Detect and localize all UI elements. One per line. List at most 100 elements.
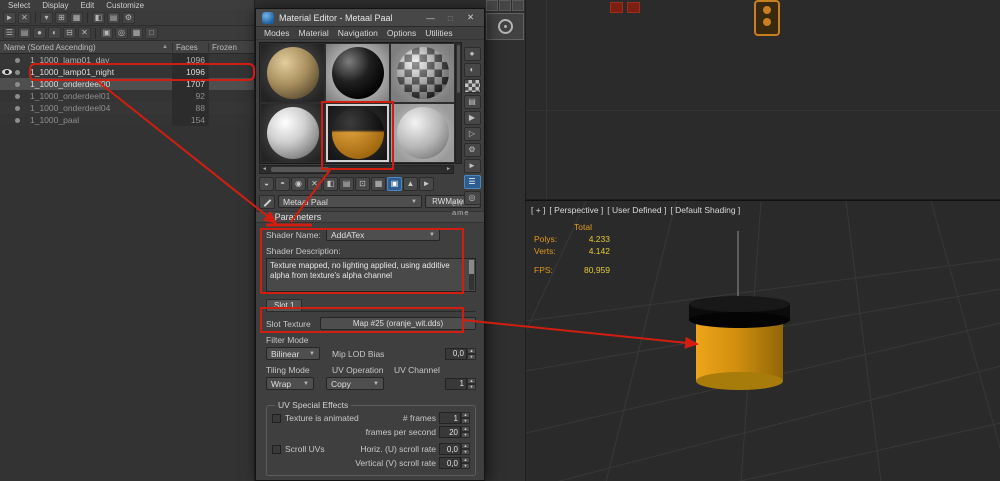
table-row[interactable]: 1_1000_lamp01_night 1096 xyxy=(0,66,254,78)
material-slot-1[interactable] xyxy=(260,43,325,103)
material-slot-4[interactable] xyxy=(260,103,325,163)
object-name[interactable]: 1_1000_lamp01_day xyxy=(30,55,172,65)
get-material-icon[interactable]: ◒ xyxy=(259,177,274,191)
clear-selection-icon[interactable]: ✕ xyxy=(18,12,31,24)
go-forward-sibling-icon[interactable]: ► xyxy=(419,177,434,191)
select-arrow-icon[interactable]: ► xyxy=(3,12,16,24)
angle-snap-icon[interactable] xyxy=(498,19,513,34)
put-to-library-icon[interactable]: ▤ xyxy=(339,177,354,191)
menu-customize[interactable]: Customize xyxy=(100,1,150,10)
frozen-cell[interactable] xyxy=(208,54,254,66)
backlight-icon[interactable]: ◐ xyxy=(464,63,481,77)
vertical-scroll-rate-spinner[interactable]: 0,0 ▲▼ xyxy=(439,457,470,469)
table-row[interactable]: 1_1000_paal 154 xyxy=(0,114,254,126)
assign-material-to-selection-icon[interactable]: ◉ xyxy=(291,177,306,191)
frozen-cell[interactable] xyxy=(208,66,254,78)
horizontal-scroll-rate-value[interactable]: 0,0 xyxy=(439,443,461,455)
make-preview-icon[interactable]: ▷ xyxy=(464,127,481,141)
shader-description-box[interactable]: Texture mapped, no lighting applied, usi… xyxy=(266,258,476,292)
spinner-arrows[interactable]: ▲▼ xyxy=(461,443,470,455)
perspective-viewport[interactable]: [ + ] [ Perspective ] [ User Defined ] [… xyxy=(525,200,1000,481)
frozen-cell[interactable] xyxy=(208,102,254,114)
topview-selected-helper[interactable] xyxy=(754,0,780,36)
go-to-parent-icon[interactable]: ▲ xyxy=(403,177,418,191)
viewport-shading-menu[interactable]: [ Default Shading ] xyxy=(670,205,740,215)
material-slot-3[interactable] xyxy=(390,43,455,103)
object-name[interactable]: 1_1000_lamp01_night xyxy=(30,67,172,77)
hide-icon[interactable]: ⊟ xyxy=(63,27,76,39)
menu-select[interactable]: Select xyxy=(2,1,36,10)
settings-icon[interactable]: ⚙ xyxy=(122,12,135,24)
pole-object[interactable] xyxy=(689,296,790,390)
material-id-channel-icon[interactable]: ⊡ xyxy=(355,177,370,191)
snap-mode-icon[interactable] xyxy=(512,0,524,11)
frame-icon[interactable]: ▣ xyxy=(100,27,113,39)
menu-options[interactable]: Options xyxy=(387,28,416,38)
menu-list-icon[interactable]: ☰ xyxy=(3,27,16,39)
viewport-plus-menu[interactable]: [ + ] xyxy=(531,205,545,215)
minimize-button[interactable]: — xyxy=(423,13,438,23)
uv-operation-dropdown[interactable]: Copy ▼ xyxy=(326,377,384,390)
mip-lod-bias-spinner[interactable]: 0,0 ▲▼ xyxy=(445,348,476,360)
half-sphere-icon[interactable]: ◐ xyxy=(48,27,61,39)
layers-icon[interactable]: ◧ xyxy=(92,12,105,24)
sample-uv-tiling-icon[interactable]: ▤ xyxy=(464,95,481,109)
menu-edit[interactable]: Edit xyxy=(74,1,100,10)
slots-horizontal-scrollbar[interactable]: ◄ ► xyxy=(259,165,454,173)
delete-icon[interactable]: ✕ xyxy=(78,27,91,39)
material-editor-titlebar[interactable]: Material Editor - Metaal Paal — □ ✕ xyxy=(256,9,484,27)
column-header-faces[interactable]: Faces xyxy=(172,43,208,52)
fps-value[interactable]: 20 xyxy=(439,426,461,438)
grid-view-icon[interactable]: ▦ xyxy=(70,12,83,24)
table-row[interactable]: 1_1000_onderdeel04 88 xyxy=(0,102,254,114)
shader-name-dropdown[interactable]: AddATex ▼ xyxy=(326,228,440,241)
snap-mode-icon[interactable] xyxy=(486,0,498,11)
fps-spinner[interactable]: 20 ▲▼ xyxy=(439,426,470,438)
column-header-name[interactable]: Name (Sorted Ascending) xyxy=(0,43,162,52)
topview-selected-object[interactable] xyxy=(610,2,623,13)
viewport-pov-menu[interactable]: [ Perspective ] xyxy=(549,205,603,215)
slot-texture-button[interactable]: Map #25 (oranje_wit.dds) xyxy=(320,317,476,330)
scroll-left-icon[interactable]: ◄ xyxy=(260,166,269,173)
box-icon[interactable]: □ xyxy=(145,27,158,39)
material-map-navigator-icon[interactable]: ☰ xyxy=(464,175,481,189)
mip-lod-bias-value[interactable]: 0,0 xyxy=(445,348,467,360)
num-frames-spinner[interactable]: 1 ▲▼ xyxy=(439,412,470,424)
select-by-material-icon[interactable]: ► xyxy=(464,159,481,173)
put-to-scene-icon[interactable]: ◓ xyxy=(275,177,290,191)
material-slot-2[interactable] xyxy=(325,43,390,103)
filter-icon[interactable]: ▾ xyxy=(40,12,53,24)
scrollbar-thumb[interactable] xyxy=(469,260,474,274)
material-name-dropdown[interactable]: Metaal Paal ▼ xyxy=(278,195,422,208)
tab-slot-1[interactable]: Slot 1 xyxy=(266,299,302,311)
show-end-result-icon[interactable]: ▣ xyxy=(387,177,402,191)
column-header-frozen[interactable]: Frozen xyxy=(208,43,254,52)
vertical-scroll-rate-value[interactable]: 0,0 xyxy=(439,457,461,469)
reset-map-icon[interactable]: ✕ xyxy=(307,177,322,191)
show-map-in-viewport-icon[interactable]: ▦ xyxy=(371,177,386,191)
object-name[interactable]: 1_1000_onderdeel04 xyxy=(30,103,172,113)
uv-channel-spinner[interactable]: 1 ▲▼ xyxy=(445,378,476,390)
video-color-check-icon[interactable]: ▶ xyxy=(464,111,481,125)
make-unique-icon[interactable]: ◧ xyxy=(323,177,338,191)
table-row[interactable]: 1_1000_onderdeel01 92 xyxy=(0,90,254,102)
lock-cell-icon[interactable]: ⊞ xyxy=(55,12,68,24)
scrollbar-thumb[interactable] xyxy=(457,45,460,93)
texture-is-animated-checkbox[interactable] xyxy=(272,414,281,423)
frozen-cell[interactable] xyxy=(208,114,254,126)
close-button[interactable]: ✕ xyxy=(463,12,478,23)
snap-mode-icon[interactable] xyxy=(499,0,511,11)
spinner-arrows[interactable]: ▲▼ xyxy=(461,457,470,469)
filter-mode-dropdown[interactable]: Bilinear ▼ xyxy=(266,347,320,360)
checker-icon[interactable]: ▦ xyxy=(130,27,143,39)
scroll-right-icon[interactable]: ► xyxy=(444,166,453,173)
scroll-uvs-checkbox[interactable] xyxy=(272,445,281,454)
top-viewport[interactable] xyxy=(525,0,1000,200)
list-view-icon[interactable]: ▤ xyxy=(107,12,120,24)
scrollbar-thumb[interactable] xyxy=(271,167,329,171)
table-row[interactable]: 1_1000_lamp01_day 1096 xyxy=(0,54,254,66)
topview-selected-object[interactable] xyxy=(627,2,640,13)
tiling-mode-dropdown[interactable]: Wrap ▼ xyxy=(266,377,314,390)
material-slot-5-active[interactable] xyxy=(325,103,390,163)
sample-type-icon[interactable]: ● xyxy=(464,47,481,61)
